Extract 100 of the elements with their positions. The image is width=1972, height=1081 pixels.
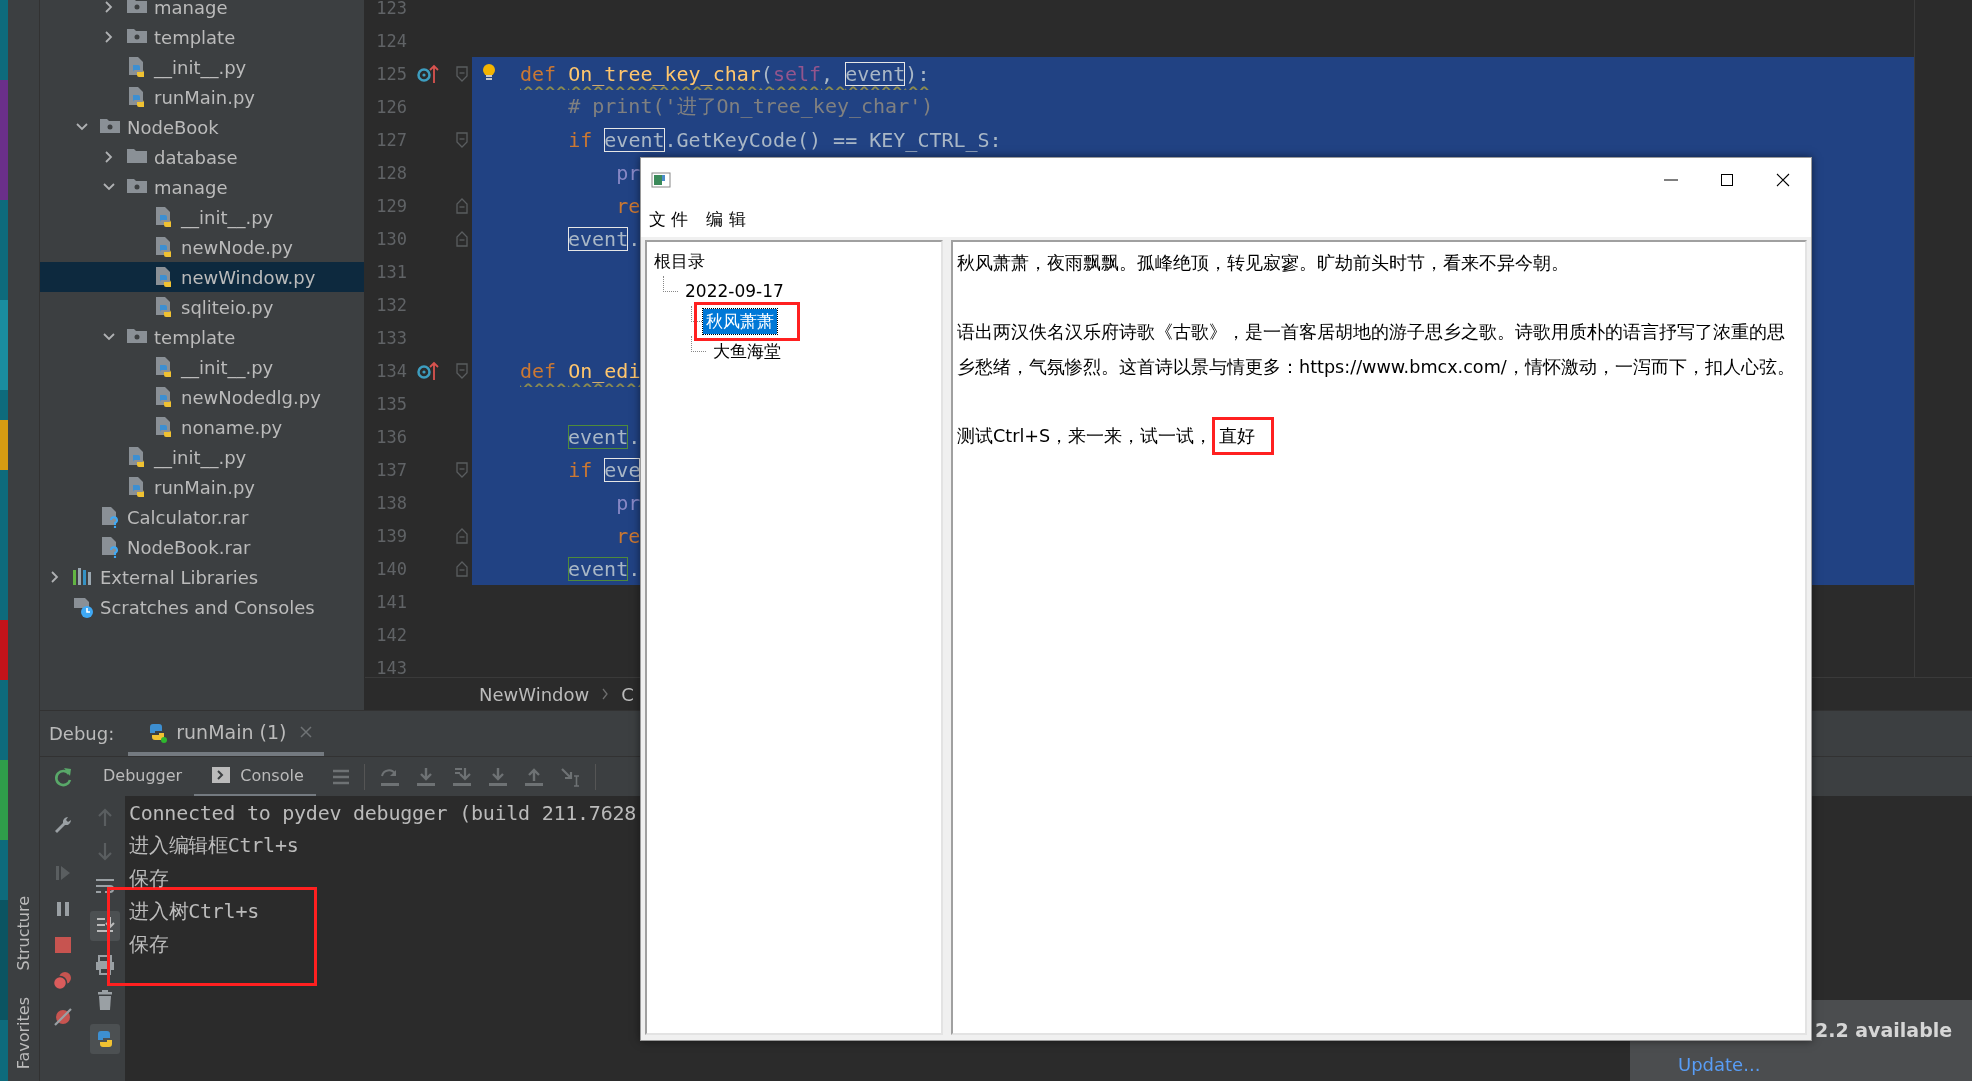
code-text: if event.GetKeyCode() == KEY_CTRL_S: bbox=[567, 126, 1002, 153]
line-number: 132 bbox=[375, 294, 407, 315]
line-number: 128 bbox=[375, 162, 407, 183]
tree-node[interactable]: 大鱼海堂 bbox=[710, 338, 784, 364]
tool-window-tab[interactable]: Structure bbox=[14, 896, 33, 971]
tree-item[interactable]: __init__.py bbox=[40, 202, 364, 232]
line-number: 141 bbox=[375, 591, 407, 612]
step-into-my-code-icon[interactable] bbox=[450, 765, 473, 788]
fold-marker-icon[interactable] bbox=[456, 362, 468, 379]
panel-tab[interactable]: Debugger bbox=[85, 756, 195, 797]
update-link[interactable]: Update... bbox=[1678, 1054, 1972, 1075]
override-marker-icon[interactable] bbox=[417, 62, 439, 85]
tree-item[interactable]: manage bbox=[40, 0, 364, 22]
code-text: event. bbox=[568, 225, 641, 252]
fold-marker-icon[interactable] bbox=[456, 65, 468, 82]
tree-item[interactable]: template bbox=[40, 22, 364, 52]
tree-item[interactable]: Calculator.rar bbox=[40, 502, 364, 532]
tree-item[interactable]: noname.py bbox=[40, 412, 364, 442]
fold-marker-icon[interactable] bbox=[456, 527, 468, 544]
step-into-icon[interactable] bbox=[414, 765, 437, 788]
tree-item[interactable]: newWindow.py bbox=[40, 262, 364, 292]
code-text: event. bbox=[568, 555, 641, 582]
fold-marker-icon[interactable] bbox=[456, 131, 468, 148]
tree-node[interactable]: 根目录 bbox=[651, 248, 708, 274]
close-icon[interactable] bbox=[300, 725, 313, 738]
tree-item[interactable]: External Libraries bbox=[40, 562, 364, 592]
menu-icon[interactable] bbox=[331, 768, 350, 785]
console-line: 保存 bbox=[129, 865, 170, 892]
tree-item[interactable]: runMain.py bbox=[40, 82, 364, 112]
line-number: 139 bbox=[375, 525, 407, 546]
line-number: 126 bbox=[375, 96, 407, 117]
code-text: re bbox=[615, 192, 641, 219]
line-number: 130 bbox=[375, 228, 407, 249]
console-icon bbox=[212, 767, 231, 783]
console-line: 进入树Ctrl+s bbox=[129, 898, 260, 925]
unknown-file-icon bbox=[99, 506, 121, 528]
close-icon bbox=[1775, 171, 1791, 188]
line-number: 125 bbox=[375, 63, 407, 84]
tree-item[interactable]: Scratches and Consoles bbox=[40, 592, 364, 622]
tree-item[interactable]: __init__.py bbox=[40, 442, 364, 472]
tree-item[interactable]: runMain.py bbox=[40, 472, 364, 502]
code-text: # print('进了On_tree_key_char') bbox=[567, 93, 934, 120]
tree-item[interactable]: NodeBook.rar bbox=[40, 532, 364, 562]
tree-item[interactable]: NodeBook bbox=[40, 112, 364, 142]
code-text: pr bbox=[615, 159, 641, 186]
scratches-icon bbox=[72, 596, 94, 618]
line-number: 136 bbox=[375, 426, 407, 447]
line-number: 123 bbox=[375, 0, 407, 18]
override-marker-icon[interactable] bbox=[417, 359, 439, 382]
breakpoints-icon[interactable] bbox=[51, 970, 74, 992]
line-number: 131 bbox=[375, 261, 407, 282]
tree-item[interactable]: database bbox=[40, 142, 364, 172]
tool-window-tab[interactable]: Favorites bbox=[14, 996, 33, 1069]
line-number: 129 bbox=[375, 195, 407, 216]
paragraph: 测试Ctrl+S，来一来，试一试， bbox=[957, 425, 1213, 446]
fold-marker-icon[interactable] bbox=[456, 560, 468, 577]
tree-item[interactable]: newNodedlg.py bbox=[40, 382, 364, 412]
line-number: 143 bbox=[375, 657, 407, 677]
tree-node[interactable]: 秋风萧萧 bbox=[703, 308, 777, 334]
session-tab[interactable]: runMain (1) bbox=[128, 711, 325, 756]
notification-text: 2.2 available bbox=[1815, 1019, 1953, 1041]
fold-marker-icon[interactable] bbox=[456, 230, 468, 247]
code-text: def On_tree_key_char(self, event): bbox=[520, 60, 930, 87]
menu-item[interactable]: 编 辑 bbox=[706, 207, 746, 231]
console-line: 进入编辑框Ctrl+s bbox=[129, 832, 300, 859]
tree-item[interactable]: sqliteio.py bbox=[40, 292, 364, 322]
panel-title: Debug: bbox=[49, 723, 115, 744]
menu-item[interactable]: 文 件 bbox=[649, 207, 689, 231]
code-text: pr bbox=[615, 489, 641, 516]
fold-marker-icon[interactable] bbox=[456, 461, 468, 478]
code-text: def On_edi bbox=[520, 357, 641, 384]
python-console-icon[interactable] bbox=[90, 1024, 120, 1054]
console-line: 保存 bbox=[129, 931, 170, 958]
fold-marker-icon[interactable] bbox=[456, 197, 468, 214]
breadcrumb-item[interactable]: C bbox=[621, 683, 634, 705]
scroll-to-end-icon[interactable] bbox=[90, 911, 120, 941]
line-number: 140 bbox=[375, 558, 407, 579]
tree-node[interactable]: 2022-09-17 bbox=[682, 280, 787, 302]
tree-item[interactable]: __init__.py bbox=[40, 352, 364, 382]
tree-item[interactable]: __init__.py bbox=[40, 52, 364, 82]
print-icon[interactable] bbox=[94, 954, 116, 976]
line-number: 137 bbox=[375, 459, 407, 480]
paragraph: 秋风萧萧，夜雨飘飘。孤峰绝顶，转见寂寥。旷劫前头时节，看来不异今朝。 bbox=[957, 252, 1570, 275]
paragraph: 语出两汉佚名汉乐府诗歌《古歌》，是一首客居胡地的游子思乡之歌。诗歌用质朴的语言抒写了浓重的思乡愁绪，气氛惨烈。这首诗以景与情更多：https://www.bmcx.com/，情怀激动，一泻而下，扣人心弦。 bbox=[957, 321, 1796, 379]
maximize-icon bbox=[1719, 171, 1735, 188]
tree-item[interactable]: template bbox=[40, 322, 364, 352]
code-text: if eve bbox=[567, 456, 641, 483]
tree-item[interactable]: manage bbox=[40, 172, 364, 202]
line-number: 134 bbox=[375, 360, 407, 381]
line-number: 135 bbox=[375, 393, 407, 414]
force-step-into-icon[interactable] bbox=[486, 765, 509, 788]
line-number: 138 bbox=[375, 492, 407, 513]
breadcrumb-chevron-icon bbox=[601, 688, 610, 700]
tree-item[interactable]: newNode.py bbox=[40, 232, 364, 262]
console-line: Connected to pydev debugger (build 211.7628 bbox=[129, 799, 637, 827]
code-text: re bbox=[615, 522, 641, 549]
breadcrumb-item[interactable]: NewWindow bbox=[479, 683, 590, 705]
tree-connector bbox=[691, 336, 706, 352]
run-to-cursor-icon[interactable] bbox=[558, 765, 581, 788]
code-text: event. bbox=[568, 423, 641, 450]
